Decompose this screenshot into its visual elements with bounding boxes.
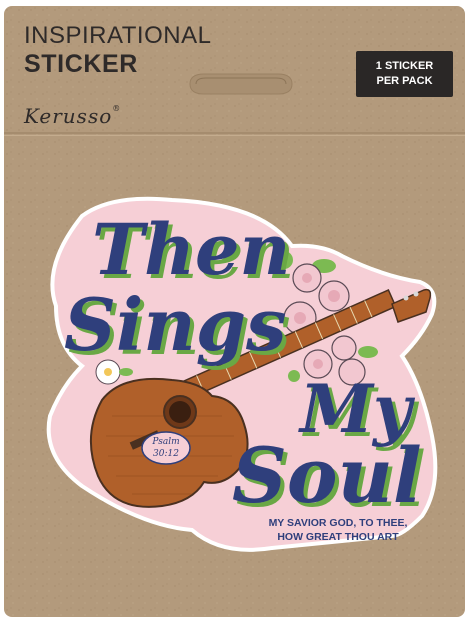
brand-logo: Kerusso® [24, 104, 121, 128]
brand-registered-mark: ® [112, 104, 122, 113]
header-fold-line [4, 132, 465, 134]
word-soul: Soul [232, 431, 422, 520]
word-sings: Sings [64, 282, 287, 367]
badge-line1: 1 STICKER [375, 60, 434, 72]
header-fold-highlight [4, 135, 465, 136]
badge-line2: PER PACK [376, 75, 433, 87]
verse-ref-line2: 30:12 [153, 449, 179, 459]
package-title-line2: STICKER [24, 50, 138, 78]
subtitle-line1: MY SAVIOR GOD, TO THEE, [269, 517, 408, 529]
subtitle-line2: HOW GREAT THOU ART [277, 531, 399, 543]
package-title-line1: INSPIRATIONAL [24, 22, 212, 49]
sticker-artwork: Psalm 30:12 Then Then Sings Sings My My … [46, 196, 438, 552]
brand-name: Kerusso [24, 104, 113, 128]
hang-hole [189, 73, 293, 95]
word-then: Then [92, 208, 290, 291]
verse-reference-bubble: Psalm 30:12 [141, 431, 191, 465]
verse-ref-line1: Psalm [151, 437, 179, 447]
sticker-count-badge: 1 STICKER PER PACK [356, 51, 453, 97]
